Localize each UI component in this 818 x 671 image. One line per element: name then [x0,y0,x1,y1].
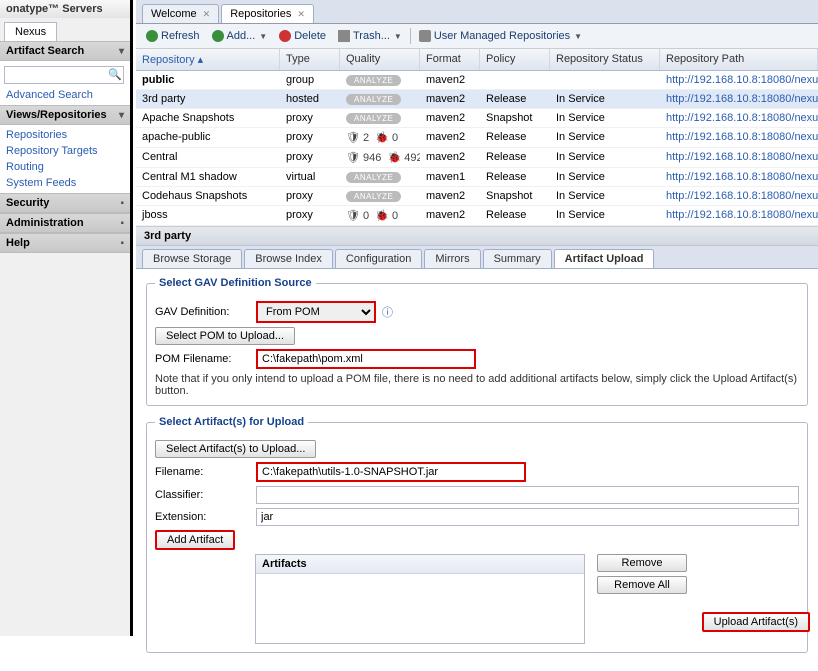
table-row[interactable]: 3rd partyhostedANALYZEmaven2ReleaseIn Se… [136,90,818,109]
table-row[interactable]: publicgroupANALYZEmaven2http://192.168.1… [136,71,818,90]
security-panel[interactable]: Security ▪ [0,193,130,213]
subtab[interactable]: Browse Storage [142,249,242,268]
repo-title: 3rd party [136,227,818,246]
table-row[interactable]: Central M1 shadowvirtualANALYZEmaven1Rel… [136,168,818,187]
search-icon[interactable]: 🔍 [108,68,122,81]
tab-repositories[interactable]: Repositories ✕ [221,4,314,23]
help-icon[interactable]: ⓘ [382,304,393,320]
repo-path-link[interactable]: http://192.168.10.8:18080/nexus [666,74,818,86]
nexus-tab[interactable]: Nexus [4,22,57,41]
table-row[interactable]: Codehaus SnapshotsproxyANALYZEmaven2Snap… [136,187,818,206]
table-row[interactable]: jbossproxy🛡 0 🐞 0maven2ReleaseIn Service… [136,206,818,226]
brand-title: onatype™ Servers [0,0,130,18]
views-panel[interactable]: Views/Repositories ▾ [0,105,130,125]
add-artifact-button[interactable]: Add Artifact [155,530,235,550]
chevron-right-icon: ▪ [120,218,124,229]
artifacts-listbox[interactable]: Artifacts [255,554,585,644]
artifact-legend: Select Artifact(s) for Upload [155,416,308,428]
col-format[interactable]: Format [420,49,480,70]
dropdown-icon: ▼ [259,32,267,41]
remove-all-button[interactable]: Remove All [597,576,687,594]
subtab[interactable]: Configuration [335,249,422,268]
col-quality[interactable]: Quality [340,49,420,70]
repo-path-link[interactable]: http://192.168.10.8:18080/nexus [666,171,818,183]
repo-path-link[interactable]: http://192.168.10.8:18080/nexus [666,209,818,221]
pom-filename-input[interactable] [256,349,476,369]
table-row[interactable]: Apache SnapshotsproxyANALYZEmaven2Snapsh… [136,109,818,128]
select-pom-button[interactable]: Select POM to Upload... [155,327,295,345]
filename-input[interactable] [256,462,526,482]
sidebar-item[interactable]: Repositories [0,127,130,143]
search-input[interactable] [4,66,124,84]
remove-button[interactable]: Remove [597,554,687,572]
tab-label: Repositories [230,8,291,20]
delete-icon [279,30,291,42]
col-path[interactable]: Repository Path [660,49,818,70]
col-type[interactable]: Type [280,49,340,70]
chevron-right-icon: ▪ [120,198,124,209]
extension-input[interactable] [256,508,799,526]
close-icon[interactable]: ✕ [203,9,211,20]
sidebar-item[interactable]: Routing [0,159,130,175]
chevron-down-icon: ▾ [119,110,124,121]
panel-title: Help [6,237,30,249]
upload-artifacts-button[interactable]: Upload Artifact(s) [702,612,810,632]
sidebar-item[interactable]: Repository Targets [0,143,130,159]
add-icon [212,30,224,42]
trash-icon [338,30,350,42]
user-repos-button[interactable]: User Managed Repositories▼ [415,28,586,44]
subtab[interactable]: Browse Index [244,249,333,268]
col-repository[interactable]: Repository ▴ [136,49,280,70]
repo-path-link[interactable]: http://192.168.10.8:18080/nexus [666,151,818,163]
col-policy[interactable]: Policy [480,49,550,70]
gav-label: GAV Definition: [155,306,250,318]
refresh-icon [146,30,158,42]
tab-welcome[interactable]: Welcome ✕ [142,4,219,23]
dropdown-icon: ▼ [574,32,582,41]
repo-path-link[interactable]: http://192.168.10.8:18080/nexus [666,131,818,143]
artifact-search-panel[interactable]: Artifact Search ▾ [0,41,130,61]
repo-path-link[interactable]: http://192.168.10.8:18080/nexus [666,93,818,105]
artifacts-header: Artifacts [256,555,584,574]
close-icon[interactable]: ✕ [297,9,305,20]
gav-note: Note that if you only intend to upload a… [155,373,799,397]
pom-filename-label: POM Filename: [155,353,250,365]
chevron-right-icon: ▪ [120,238,124,249]
panel-title: Security [6,197,49,209]
table-row[interactable]: Centralproxy🛡 946 🐞 492maven2ReleaseIn S… [136,148,818,168]
panel-title: Administration [6,217,84,229]
classifier-label: Classifier: [155,489,250,501]
help-panel[interactable]: Help ▪ [0,233,130,253]
panel-title: Views/Repositories [6,109,107,121]
sidebar-item[interactable]: System Feeds [0,175,130,191]
tab-label: Welcome [151,8,197,20]
gav-fieldset: Select GAV Definition Source GAV Definit… [146,277,808,406]
chevron-down-icon: ▾ [119,46,124,57]
gav-select[interactable]: From POM [256,301,376,323]
subtab[interactable]: Artifact Upload [554,249,655,268]
advanced-search-link[interactable]: Advanced Search [0,87,130,103]
delete-button[interactable]: Delete [275,28,330,44]
table-row[interactable]: apache-publicproxy🛡 2 🐞 0maven2ReleaseIn… [136,128,818,148]
add-button[interactable]: Add...▼ [208,28,272,44]
gav-legend: Select GAV Definition Source [155,277,316,289]
subtab[interactable]: Summary [483,249,552,268]
admin-panel[interactable]: Administration ▪ [0,213,130,233]
dropdown-icon: ▼ [394,32,402,41]
repo-path-link[interactable]: http://192.168.10.8:18080/nexus [666,190,818,202]
filename-label: Filename: [155,466,250,478]
subtab[interactable]: Mirrors [424,249,480,268]
user-icon [419,30,431,42]
classifier-input[interactable] [256,486,799,504]
extension-label: Extension: [155,511,250,523]
panel-title: Artifact Search [6,45,84,57]
col-status[interactable]: Repository Status [550,49,660,70]
trash-button[interactable]: Trash...▼ [334,28,406,44]
refresh-button[interactable]: Refresh [142,28,204,44]
repo-path-link[interactable]: http://192.168.10.8:18080/nexus [666,112,818,124]
select-artifact-button[interactable]: Select Artifact(s) to Upload... [155,440,316,458]
